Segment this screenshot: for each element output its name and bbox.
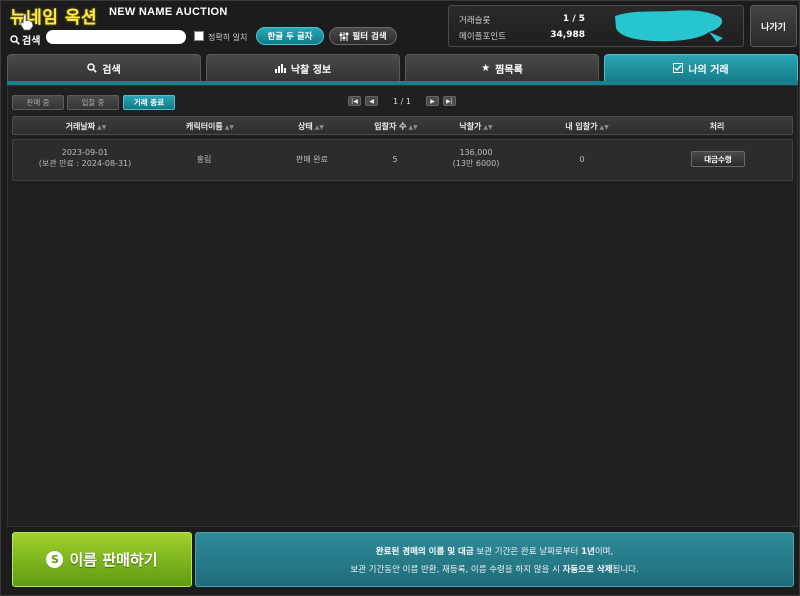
subtab-selling-label: 판매 중	[26, 98, 50, 107]
pager-prev-button[interactable]: ◀	[365, 96, 378, 106]
filter-search-button[interactable]: 필터 검색	[329, 27, 397, 45]
tab-wishlist-label: 찜목록	[495, 64, 523, 76]
tab-search[interactable]: 검색	[7, 54, 201, 81]
tab-winning-bid-info[interactable]: 낙찰 정보	[206, 54, 400, 81]
next-page-icon: ▶	[430, 97, 435, 105]
receive-payment-label: 대금수령	[704, 154, 732, 164]
sort-icon: ▲▼	[408, 124, 418, 131]
checkbox-icon	[673, 63, 684, 73]
sort-icon: ▲▼	[599, 124, 609, 131]
trade-slot-label: 거래슬롯	[459, 16, 491, 26]
subtab-completed-label: 거래 종료	[133, 98, 165, 107]
row-bidder-count: 5	[392, 155, 398, 164]
sort-icon: ▲▼	[314, 124, 324, 131]
storage-notice: 완료된 경매의 이름 및 대금 보관 기간은 완료 날짜로부터 1년이며, 보관…	[195, 532, 794, 587]
table-header: 거래날짜 ▲▼ 캐릭터이름 ▲▼ 상태 ▲▼ 입찰자 수 ▲▼ 낙찰가 ▲▼ 내 입찰가 ▲…	[12, 116, 793, 135]
sell-name-label: 이름 판매하기	[69, 551, 158, 569]
row-winning-price: 136,000 (13만 6000)	[452, 148, 500, 168]
subtab-bidding-label: 입찰 중	[81, 98, 105, 107]
subtab-bidding[interactable]: 입찰 중	[67, 95, 119, 110]
bar-chart-icon	[274, 63, 286, 73]
subtab-selling[interactable]: 판매 중	[12, 95, 64, 110]
pager-last-button[interactable]: ▶|	[443, 96, 456, 106]
trade-slot-value: 1 / 5	[562, 14, 585, 24]
tab-wishlist[interactable]: ★ 찜목록	[405, 54, 599, 81]
column-header-my-bid[interactable]: 내 입찰가 ▲▼	[565, 121, 608, 132]
pager-page-text: 1 / 1	[393, 97, 411, 106]
column-header-action: 처리	[709, 122, 725, 131]
sort-icon: ▲▼	[97, 124, 107, 131]
row-character-name: 홍림	[196, 155, 212, 164]
hangul-two-char-button[interactable]: 한글 두 글자	[256, 27, 324, 45]
sort-icon: ▲▼	[224, 124, 235, 131]
auction-window: 뉴네임 옥션 NEW NAME AUCTION 검색 정확히 일치 한글 두 글…	[0, 0, 800, 596]
search-input[interactable]	[46, 30, 186, 44]
notice-line-2: 보관 기간동안 이름 반환, 재등록, 이름 수령을 하지 않을 시 자동으로 …	[350, 564, 639, 575]
row-my-bid: 0	[579, 155, 585, 164]
receive-payment-button[interactable]: 대금수령	[691, 151, 745, 167]
prev-page-icon: ◀	[369, 97, 374, 105]
column-header-price[interactable]: 낙찰가 ▲▼	[459, 121, 492, 132]
filter-sliders-icon	[339, 31, 349, 41]
pager-next-button[interactable]: ▶	[426, 96, 439, 106]
column-header-status[interactable]: 상태 ▲▼	[298, 121, 324, 132]
exit-button[interactable]: 나가기	[750, 5, 797, 47]
pager-first-button[interactable]: |◀	[348, 96, 361, 106]
hand-cursor-icon	[20, 13, 34, 31]
tab-my-trades[interactable]: 나의 거래	[604, 54, 798, 81]
tab-search-label: 검색	[102, 64, 121, 76]
tab-winning-bid-info-label: 낙찰 정보	[290, 64, 332, 76]
redacted-name-overlay	[615, 10, 723, 42]
app-subtitle: NEW NAME AUCTION	[109, 6, 228, 18]
column-header-character[interactable]: 캐릭터이름 ▲▼	[186, 121, 234, 132]
notice-line-1: 완료된 경매의 이름 및 대금 보관 기간은 완료 날짜로부터 1년이며,	[375, 546, 614, 557]
maple-points-value: 34,988	[550, 30, 585, 40]
row-date: 2023-09-01 (보관 만료 : 2024-08-31)	[38, 148, 132, 168]
search-label-text: 검색	[22, 36, 41, 47]
column-header-bidders[interactable]: 입찰자 수 ▲▼	[374, 121, 417, 132]
row-status: 판매 완료	[296, 155, 328, 164]
sort-icon: ▲▼	[483, 124, 493, 131]
first-page-icon: |◀	[351, 97, 358, 105]
sell-name-button[interactable]: S 이름 판매하기	[12, 532, 192, 587]
exact-match-label: 정확히 일치	[208, 33, 248, 42]
subtab-completed[interactable]: 거래 종료	[123, 95, 175, 110]
filter-search-label: 필터 검색	[352, 32, 387, 42]
tab-my-trades-label: 나의 거래	[688, 64, 729, 76]
search-icon	[10, 34, 20, 45]
search-icon	[87, 63, 98, 73]
search-label: 검색	[10, 32, 40, 47]
last-page-icon: ▶|	[446, 97, 453, 105]
hangul-two-char-label: 한글 두 글자	[267, 32, 313, 42]
maple-points-label: 메이플포인트	[459, 32, 506, 42]
star-icon: ★	[481, 62, 491, 74]
exit-button-label: 나가기	[761, 22, 786, 33]
table-row: 2023-09-01 (보관 만료 : 2024-08-31) 홍림 판매 완료…	[12, 139, 793, 181]
exact-match-checkbox[interactable]	[194, 31, 204, 41]
column-header-date[interactable]: 거래날짜 ▲▼	[66, 121, 107, 132]
dollar-coin-icon: S	[46, 551, 64, 568]
